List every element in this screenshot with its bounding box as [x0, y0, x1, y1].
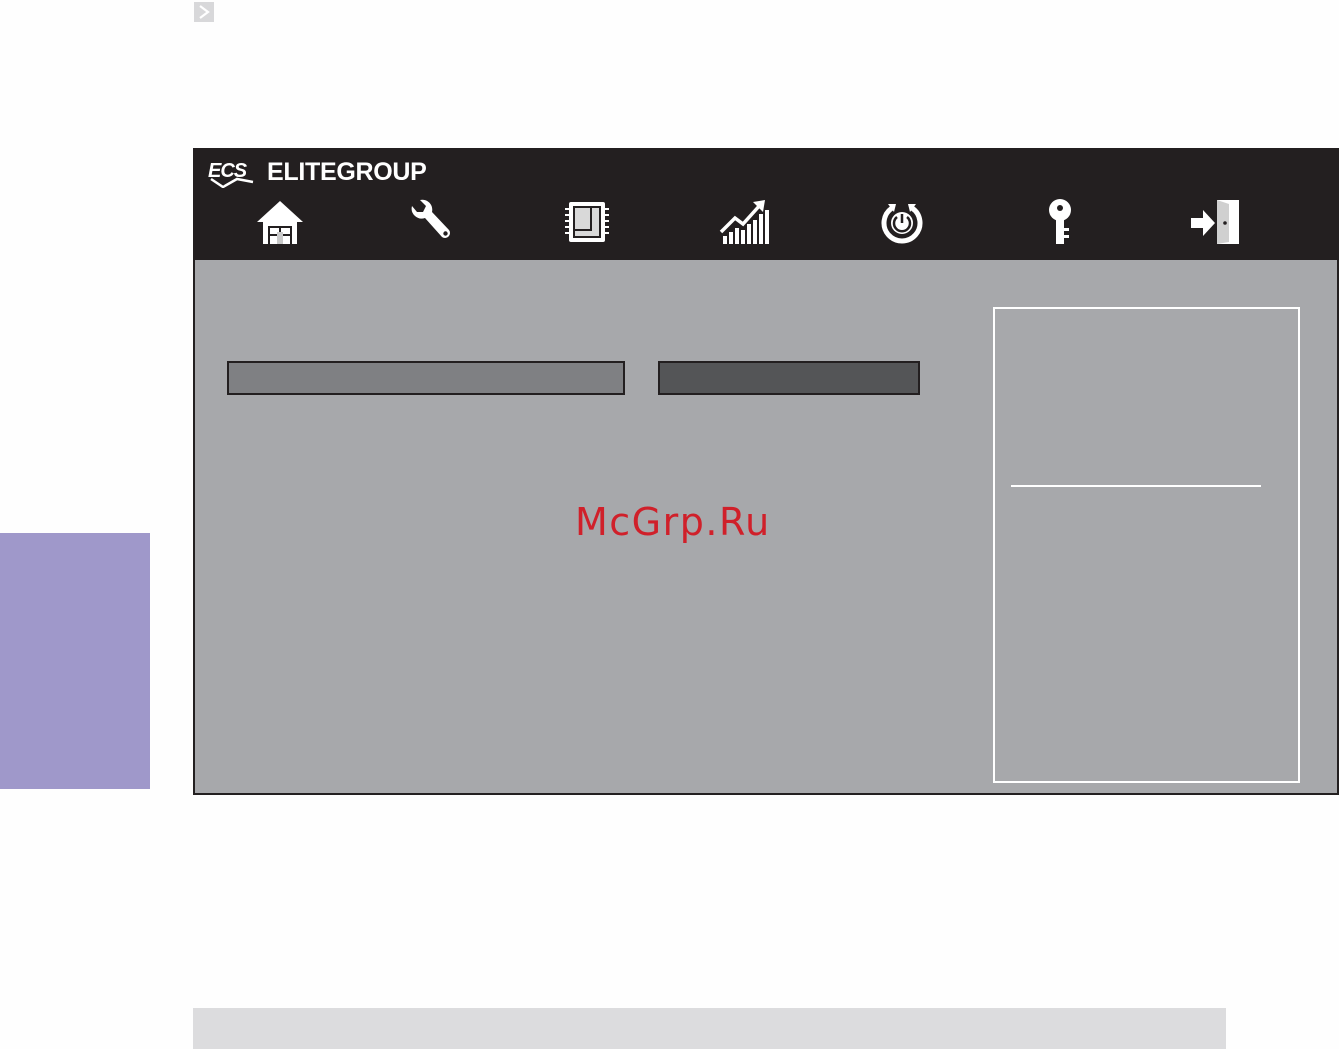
- exit-icon[interactable]: [1185, 194, 1245, 250]
- bios-header: ECS ELITEGROUP: [195, 150, 1337, 260]
- wrench-icon[interactable]: [402, 194, 462, 250]
- brand: ECS ELITEGROUP: [207, 156, 427, 188]
- chip-icon[interactable]: [557, 194, 617, 250]
- key-icon[interactable]: [1030, 194, 1090, 250]
- watermark: McGrp.Ru: [575, 500, 771, 544]
- chapter-side-tab: [0, 533, 150, 789]
- bios-window: ECS ELITEGROUP: [193, 148, 1339, 795]
- help-panel: [993, 307, 1300, 783]
- ecs-logo-icon: ECS: [208, 160, 254, 188]
- help-divider: [1011, 485, 1261, 487]
- chevron-right-icon: [194, 2, 214, 22]
- home-icon[interactable]: [250, 194, 310, 250]
- bios-nav-bar: [195, 194, 1337, 250]
- setting-value-box[interactable]: [658, 361, 920, 395]
- brand-name: ELITEGROUP: [267, 157, 427, 186]
- power-icon[interactable]: [872, 194, 932, 250]
- manual-page: ECS ELITEGROUP McGrp.Ru: [0, 0, 1339, 1049]
- chart-icon[interactable]: [715, 194, 775, 250]
- footer-bar: [193, 1008, 1226, 1049]
- setting-label-box[interactable]: [227, 361, 625, 395]
